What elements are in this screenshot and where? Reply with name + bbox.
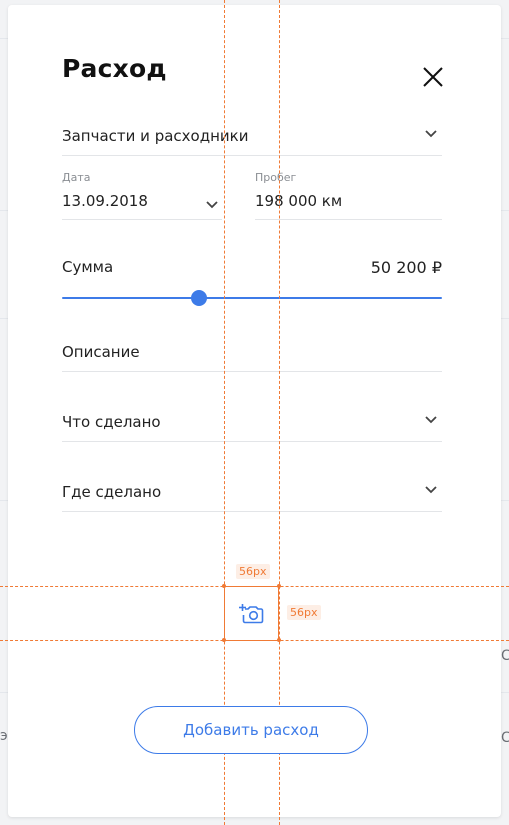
guide-line-vertical xyxy=(224,0,225,825)
category-value: Запчасти и расходники xyxy=(62,127,249,145)
guide-corner xyxy=(277,638,281,642)
mileage-label: Пробег xyxy=(255,171,297,184)
guide-corner xyxy=(222,584,226,588)
what-done-placeholder: Что сделано xyxy=(62,413,161,431)
bg-side-text: С xyxy=(501,648,509,664)
where-done-placeholder: Где сделано xyxy=(62,483,162,501)
dialog-title: Расход xyxy=(62,54,167,83)
guide-height-label: 56px xyxy=(287,605,321,620)
category-select[interactable]: Запчасти и расходники xyxy=(62,120,442,156)
guide-corner xyxy=(222,638,226,642)
mileage-field[interactable]: 198 000 км xyxy=(255,190,442,220)
date-label: Дата xyxy=(62,171,91,184)
close-button[interactable] xyxy=(420,64,446,90)
amount-value: 50 200 ₽ xyxy=(370,258,442,277)
date-value: 13.09.2018 xyxy=(62,192,148,210)
guide-width-label: 56px xyxy=(236,564,270,579)
add-expense-button[interactable]: Добавить расход xyxy=(134,706,368,754)
chevron-down-icon xyxy=(206,201,218,209)
bg-side-text: э xyxy=(0,728,8,744)
guide-corner xyxy=(277,584,281,588)
add-photo-icon xyxy=(239,604,264,624)
what-done-select[interactable]: Что сделано xyxy=(62,405,442,442)
amount-label: Сумма xyxy=(62,258,114,276)
chevron-down-icon xyxy=(425,416,437,424)
description-placeholder: Описание xyxy=(62,343,140,361)
chevron-down-icon xyxy=(425,130,437,138)
date-field[interactable]: 13.09.2018 xyxy=(62,190,222,220)
add-photo-button[interactable] xyxy=(238,600,266,628)
where-done-select[interactable]: Где сделано xyxy=(62,475,442,512)
chevron-down-icon xyxy=(425,486,437,494)
amount-slider-thumb[interactable] xyxy=(190,290,207,306)
close-icon xyxy=(423,67,443,87)
guide-line-vertical xyxy=(279,0,280,825)
bg-side-text: С xyxy=(501,730,509,746)
description-field[interactable]: Описание xyxy=(62,335,442,372)
amount-slider-track[interactable] xyxy=(62,297,442,299)
mileage-value: 198 000 км xyxy=(255,192,343,210)
